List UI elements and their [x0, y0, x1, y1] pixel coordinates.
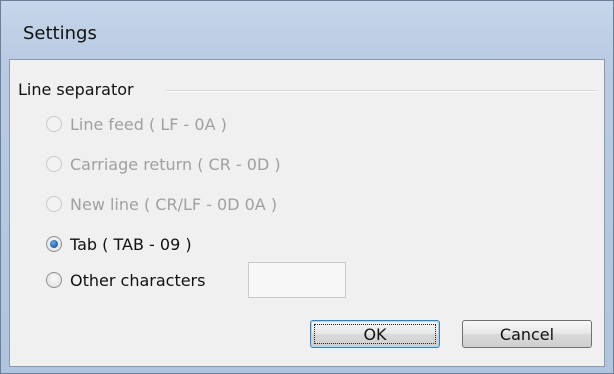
radio-label-line-feed: Line feed ( LF - 0A ) [70, 114, 227, 134]
radio-label-tab: Tab ( TAB - 09 ) [70, 234, 192, 254]
radio-circle-icon [46, 116, 62, 132]
radio-label-new-line: New line ( CR/LF - 0D 0A ) [70, 194, 278, 214]
radio-dot-icon [50, 240, 58, 248]
radio-circle-icon [46, 272, 62, 288]
window-title: Settings [23, 23, 97, 44]
cancel-button[interactable]: Cancel [462, 320, 592, 348]
group-title: Line separator [18, 80, 140, 99]
ok-button[interactable]: OK [310, 320, 440, 348]
line-separator-group: Line separator Line feed ( LF - 0A ) Car… [16, 80, 596, 360]
title-bar[interactable]: Settings [1, 1, 613, 59]
cancel-button-label: Cancel [499, 324, 555, 344]
group-divider [166, 90, 596, 92]
settings-dialog: Settings Line separator Line feed ( LF -… [0, 0, 614, 374]
radio-new-line[interactable]: New line ( CR/LF - 0D 0A ) [46, 192, 277, 216]
radio-selected-icon [46, 236, 62, 252]
radio-label-carriage-return: Carriage return ( CR - 0D ) [70, 154, 281, 174]
radio-label-other-characters: Other characters [70, 270, 206, 290]
radio-circle-icon [46, 196, 62, 212]
radio-line-feed[interactable]: Line feed ( LF - 0A ) [46, 112, 227, 136]
other-characters-input[interactable] [248, 262, 346, 298]
focus-rectangle [314, 324, 436, 344]
dialog-content: Line separator Line feed ( LF - 0A ) Car… [9, 59, 605, 367]
radio-circle-icon [46, 156, 62, 172]
radio-carriage-return[interactable]: Carriage return ( CR - 0D ) [46, 152, 281, 176]
radio-tab[interactable]: Tab ( TAB - 09 ) [46, 232, 192, 256]
radio-other-characters[interactable]: Other characters [46, 268, 205, 292]
